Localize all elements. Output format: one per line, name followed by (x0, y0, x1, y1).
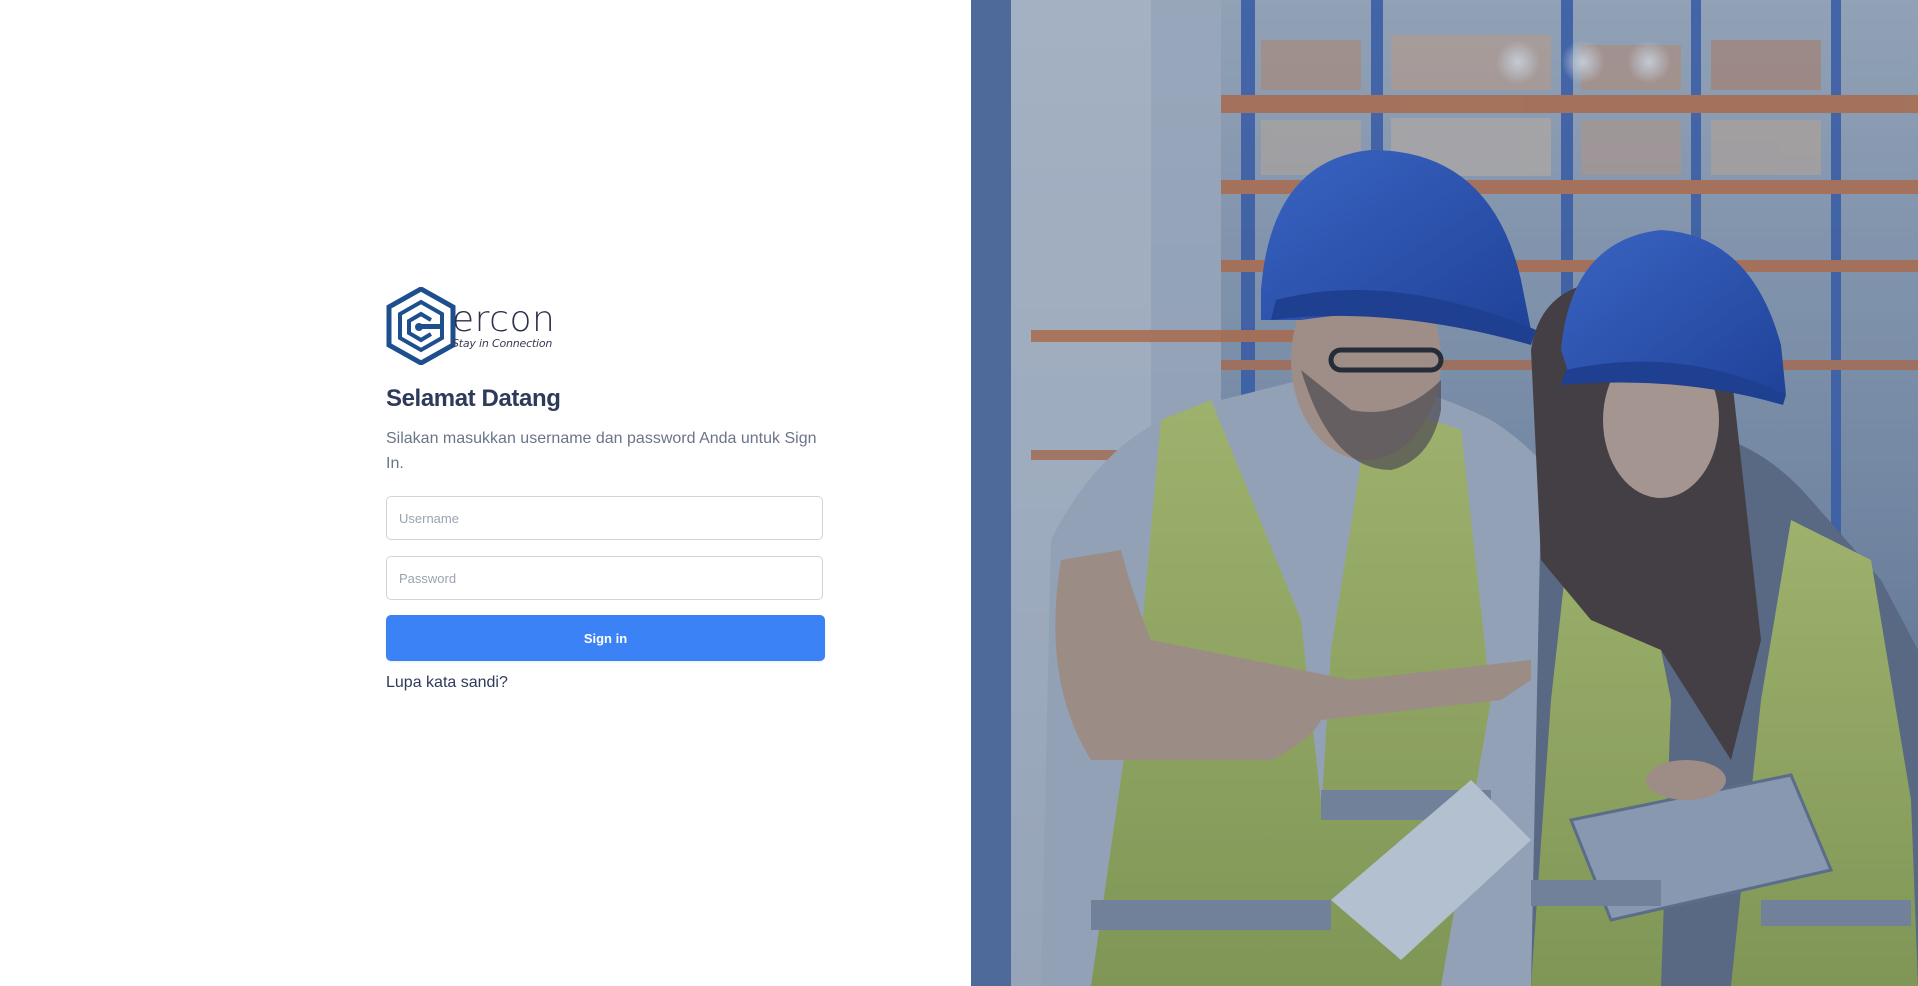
brand-logo: ercon Stay in Connection (386, 287, 825, 365)
page-title: Selamat Datang (386, 385, 561, 412)
username-input[interactable] (386, 496, 823, 540)
login-page: ercon Stay in Connection Selamat Datang … (0, 0, 1918, 986)
login-panel: ercon Stay in Connection Selamat Datang … (0, 0, 971, 986)
brand-tagline: Stay in Connection (452, 337, 553, 350)
hero-image (971, 0, 1918, 986)
ercon-logo-icon (386, 287, 456, 365)
warehouse-workers-photo-icon (971, 0, 1918, 986)
sign-in-button[interactable]: Sign in (386, 615, 825, 661)
forgot-password-link[interactable]: Lupa kata sandi? (386, 674, 508, 692)
brand-name: ercon (452, 299, 556, 340)
password-input[interactable] (386, 556, 823, 600)
page-subtitle: Silakan masukkan username dan password A… (386, 430, 817, 472)
login-form: ercon Stay in Connection Selamat Datang … (386, 287, 825, 692)
